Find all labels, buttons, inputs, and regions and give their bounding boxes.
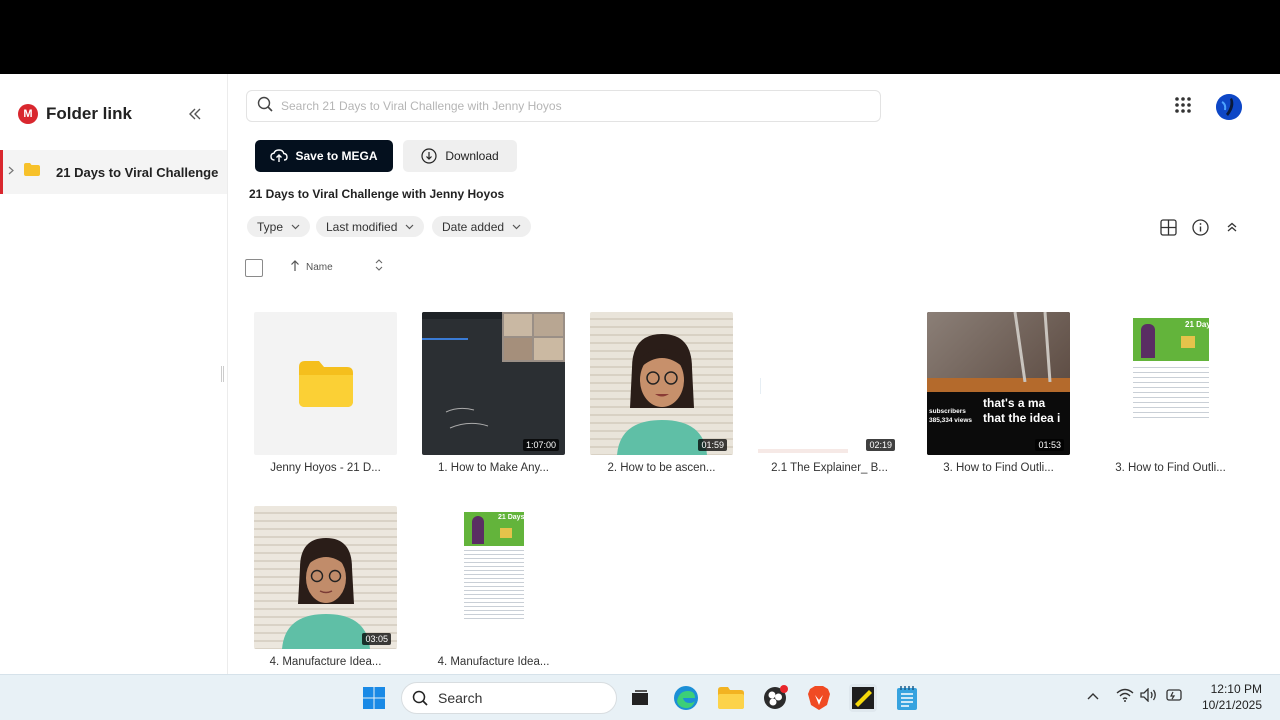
grid-item-video[interactable]: that's a ma that the idea i subscribers … <box>927 312 1070 474</box>
battery-icon[interactable] <box>1165 688 1183 705</box>
download-icon <box>421 148 437 164</box>
clock-time: 12:10 PM <box>1210 682 1262 696</box>
filter-date-added[interactable]: Date added <box>432 216 532 237</box>
folder-icon <box>298 360 353 407</box>
sticky-notes-icon[interactable] <box>849 684 877 712</box>
sidebar: M Folder link 21 Days to Viral Challenge… <box>0 74 228 674</box>
brave-browser-icon[interactable] <box>805 684 833 712</box>
select-all-checkbox[interactable] <box>245 259 263 277</box>
video-thumbnail: 01:59 <box>590 312 733 455</box>
duration-badge: 01:53 <box>1035 439 1064 451</box>
name-column-header[interactable]: Name <box>306 262 333 273</box>
double-chevron-left-icon <box>189 108 201 120</box>
duration-badge: 01:59 <box>698 439 727 451</box>
grid-item-folder[interactable]: Jenny Hoyos - 21 D... <box>254 312 397 474</box>
item-label: 2. How to be ascen... <box>607 462 716 474</box>
video-thumbnail: 1:07:00 <box>422 312 565 455</box>
grid-item-video[interactable]: 01:59 2. How to be ascen... <box>590 312 733 474</box>
sort-toggle-icon[interactable] <box>375 259 383 274</box>
grid-item-video[interactable]: 1:07:00 1. How to Make Any... <box>422 312 565 474</box>
item-label: 1. How to Make Any... <box>437 462 549 474</box>
mega-folder-app: M Folder link 21 Days to Viral Challenge… <box>0 74 1280 674</box>
download-button-label: Download <box>445 149 499 163</box>
sidebar-title: Folder link <box>46 104 132 123</box>
filter-label: Last modified <box>326 219 398 234</box>
taskbar-search[interactable]: Search <box>401 682 617 714</box>
download-button[interactable]: Download <box>403 140 517 172</box>
volume-icon[interactable] <box>1140 687 1158 705</box>
chevron-right-icon[interactable] <box>8 166 22 178</box>
duration-badge: 1:07:00 <box>522 439 559 451</box>
list-header: Name <box>245 259 1145 277</box>
doc-badge: 21 Days <box>498 514 525 521</box>
folder-icon <box>24 163 40 181</box>
doc-badge: 21 Days <box>1185 320 1216 329</box>
filter-last-modified[interactable]: Last modified <box>316 216 425 237</box>
sidebar-item-label: 21 Days to Viral Challenge with Jenny Ho… <box>56 164 218 180</box>
sidebar-item-root-folder[interactable]: 21 Days to Viral Challenge with Jenny Ho… <box>0 150 227 194</box>
save-button-label: Save to MEGA <box>295 149 378 163</box>
document-thumbnail: 21 Days <box>1099 312 1242 455</box>
taskbar-search-label: Search <box>438 690 483 706</box>
task-view-icon[interactable] <box>626 684 654 712</box>
file-explorer-icon[interactable] <box>717 684 745 712</box>
filter-type[interactable]: Type <box>247 216 311 237</box>
wifi-icon[interactable] <box>1116 688 1134 705</box>
grid-view-icon[interactable] <box>1158 217 1178 237</box>
sidebar-resize-handle[interactable] <box>221 366 224 382</box>
save-to-mega-button[interactable]: Save to MEGA <box>255 140 393 172</box>
search-icon <box>257 96 273 117</box>
info-icon[interactable] <box>1190 217 1210 237</box>
search-input[interactable] <box>281 99 861 113</box>
thumbnail-subscribers: subscribers <box>929 408 966 415</box>
taskbar: Search 12:10 PM 10/21/2025 <box>0 674 1280 720</box>
video-thumbnail: that's a ma that the idea i subscribers … <box>927 312 1070 455</box>
search-bar[interactable] <box>246 90 881 122</box>
edge-browser-icon[interactable] <box>672 684 700 712</box>
view-controls <box>1158 217 1242 237</box>
item-label: 4. Manufacture Idea... <box>437 656 550 668</box>
duration-badge: 03:05 <box>362 633 391 645</box>
video-thumbnail: 03:05 <box>254 506 397 649</box>
grid-item-video[interactable]: 02:19 2.1 The Explainer_ B... <box>758 312 901 474</box>
collapse-sidebar-button[interactable] <box>185 104 205 124</box>
top-black-bar <box>0 0 1280 74</box>
thumbnail-caption: that's a ma that the idea i <box>983 396 1061 425</box>
item-label: 3. How to Find Outli... <box>1115 462 1226 474</box>
item-label: 3. How to Find Outli... <box>943 462 1054 474</box>
thumbnail-views: 385,334 views <box>929 417 973 424</box>
sort-ascending-icon[interactable] <box>290 260 300 275</box>
notepad-icon[interactable] <box>893 684 921 712</box>
document-thumbnail: 21 Days <box>422 506 565 649</box>
clock-date: 10/21/2025 <box>1201 698 1262 712</box>
mega-logo-icon: M <box>18 104 38 124</box>
search-icon <box>412 690 428 706</box>
collapse-up-icon[interactable] <box>1222 217 1242 237</box>
duration-badge: 02:19 <box>866 439 895 451</box>
chevron-down-icon <box>291 222 300 232</box>
obs-studio-icon[interactable] <box>761 684 789 712</box>
apps-grid-icon[interactable] <box>1174 96 1192 119</box>
item-label: 4. Manufacture Idea... <box>269 656 382 668</box>
filter-label: Date added <box>442 219 505 234</box>
grid-item-video[interactable]: 03:05 4. Manufacture Idea... <box>254 506 397 668</box>
brand: M Folder link <box>18 104 132 124</box>
windows-start-icon[interactable] <box>360 684 388 712</box>
show-hidden-icons-icon[interactable] <box>1087 688 1099 703</box>
chevron-down-icon <box>512 222 521 232</box>
chevron-down-icon <box>405 222 414 232</box>
item-label: 2.1 The Explainer_ B... <box>771 462 888 474</box>
system-clock[interactable]: 12:10 PM 10/21/2025 <box>1196 681 1262 713</box>
avatar[interactable] <box>1216 94 1242 120</box>
grid-item-document[interactable]: 21 Days 3. How to Find Outli... <box>1099 312 1242 474</box>
video-thumbnail: 02:19 <box>758 312 901 455</box>
filter-label: Type <box>257 219 284 234</box>
cloud-upload-icon <box>270 149 289 162</box>
grid-item-document[interactable]: 21 Days 4. Manufacture Idea... <box>422 506 565 668</box>
folder-thumbnail <box>254 312 397 455</box>
item-label: Jenny Hoyos - 21 D... <box>270 462 381 474</box>
page-title: 21 Days to Viral Challenge with Jenny Ho… <box>249 187 505 201</box>
